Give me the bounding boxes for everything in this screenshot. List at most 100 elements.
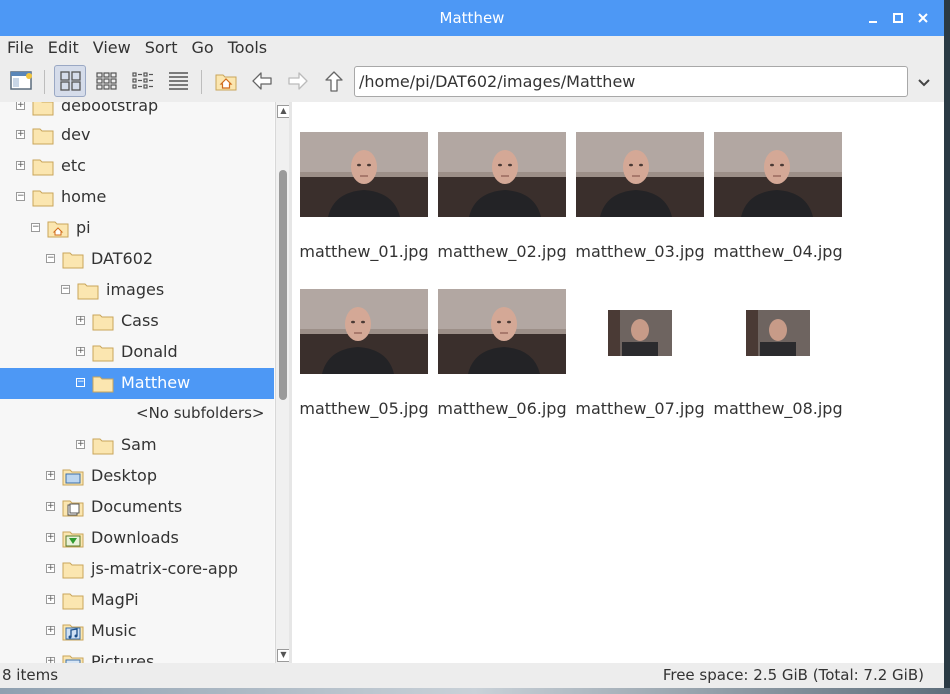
expand-toggle[interactable]: + [46, 595, 55, 604]
file-item[interactable]: matthew_08.jpg [713, 289, 852, 439]
sidebar-item-images[interactable]: − images [0, 275, 274, 306]
menu-tools[interactable]: Tools [221, 36, 274, 60]
scrollbar-thumb[interactable] [279, 170, 287, 400]
close-icon [918, 13, 928, 23]
expand-toggle[interactable]: + [76, 347, 85, 356]
compact-view-button[interactable] [126, 65, 158, 97]
tree-scrollbar[interactable]: ▲ ▼ [275, 102, 290, 663]
file-item[interactable]: matthew_04.jpg [713, 132, 852, 282]
file-manager-window: Matthew File Edit View Sort Go Tools /ho… [0, 0, 944, 688]
collapse-toggle[interactable]: − [76, 378, 85, 387]
expand-toggle[interactable]: + [46, 471, 55, 480]
expand-toggle[interactable]: + [76, 316, 85, 325]
image-thumbnail [576, 132, 704, 217]
expand-toggle[interactable]: + [16, 102, 25, 110]
file-item[interactable]: matthew_05.jpg [299, 289, 438, 439]
file-name: matthew_07.jpg [575, 399, 705, 418]
expand-toggle[interactable]: + [76, 440, 85, 449]
maximize-button[interactable] [891, 11, 905, 25]
folder-icon [62, 562, 84, 579]
sidebar-item-debootstrap[interactable]: + debootstrap [0, 102, 274, 122]
documents-folder-icon [62, 500, 84, 517]
folder-icon [62, 593, 84, 610]
sidebar-item-donald[interactable]: + Donald [0, 337, 274, 368]
expand-toggle[interactable]: + [46, 533, 55, 542]
sidebar-item-matthew[interactable]: − Matthew [0, 368, 274, 399]
expand-toggle[interactable]: + [16, 130, 25, 139]
sidebar-item-label: Matthew [121, 373, 191, 392]
forward-button[interactable] [282, 65, 314, 97]
expand-toggle[interactable]: + [46, 564, 55, 573]
path-history-dropdown[interactable] [914, 72, 934, 92]
image-thumbnail [714, 132, 842, 217]
file-item[interactable]: matthew_02.jpg [437, 132, 576, 282]
free-space: Free space: 2.5 GiB (Total: 7.2 GiB) [662, 666, 924, 684]
menu-edit[interactable]: Edit [41, 36, 86, 60]
item-count: 8 items [2, 666, 59, 684]
collapse-toggle[interactable]: − [31, 223, 40, 232]
sidebar-item-magpi[interactable]: + MagPi [0, 585, 274, 616]
folder-icon [32, 102, 54, 116]
expand-toggle[interactable]: + [16, 161, 25, 170]
file-name: matthew_02.jpg [437, 242, 567, 261]
file-name: matthew_03.jpg [575, 242, 705, 261]
no-subfolders-label: <No subfolders> [136, 404, 265, 422]
thumbnail-view-button[interactable] [90, 65, 122, 97]
sidebar-item-desktop[interactable]: + Desktop [0, 461, 274, 492]
expand-toggle[interactable]: + [46, 626, 55, 635]
back-button[interactable] [246, 65, 278, 97]
sidebar-item-home[interactable]: − home [0, 182, 274, 213]
new-window-button[interactable] [6, 65, 38, 97]
file-item[interactable]: matthew_01.jpg [299, 132, 438, 282]
sidebar-item-music[interactable]: + Music [0, 616, 274, 647]
menu-file[interactable]: File [0, 36, 41, 60]
image-thumbnail [714, 289, 842, 374]
path-entry[interactable]: /home/pi/DAT602/images/Matthew [354, 66, 908, 97]
sidebar-item-label: Desktop [91, 466, 157, 485]
image-thumbnail [438, 289, 566, 374]
sidebar-item-sam[interactable]: + Sam [0, 430, 274, 461]
sidebar-item-pictures[interactable]: + Pictures [0, 647, 274, 663]
up-button[interactable] [318, 65, 350, 97]
detailed-list-view-button[interactable] [162, 65, 194, 97]
home-icon [215, 74, 237, 91]
music-folder-icon [62, 624, 84, 641]
menu-go[interactable]: Go [185, 36, 221, 60]
pictures-folder-icon [62, 655, 84, 663]
home-button[interactable] [210, 65, 242, 97]
file-item[interactable]: matthew_06.jpg [437, 289, 576, 439]
file-name: matthew_04.jpg [713, 242, 843, 261]
desktop-background [944, 0, 950, 694]
menu-view[interactable]: View [86, 36, 138, 60]
close-button[interactable] [916, 11, 930, 25]
expand-toggle[interactable]: + [46, 502, 55, 511]
file-item[interactable]: matthew_07.jpg [575, 289, 714, 439]
collapse-toggle[interactable]: − [46, 254, 55, 263]
file-view: matthew_01.jpg matthew_02.jpg matthew_03.j… [292, 102, 944, 663]
sidebar-item-downloads[interactable]: + Downloads [0, 523, 274, 554]
detailed-list-view-icon [169, 72, 188, 90]
sidebar-item-label: Cass [121, 311, 159, 330]
sidebar-item-js-matrix-core-app[interactable]: + js-matrix-core-app [0, 554, 274, 585]
sidebar-item-label: js-matrix-core-app [91, 559, 239, 578]
sidebar-item-cass[interactable]: + Cass [0, 306, 274, 337]
icon-view-button[interactable] [54, 65, 86, 97]
menu-sort[interactable]: Sort [138, 36, 185, 60]
sidebar-item-label: DAT602 [91, 249, 154, 268]
image-thumbnail [300, 132, 428, 217]
sidebar-item-label: MagPi [91, 590, 139, 609]
collapse-toggle[interactable]: − [16, 192, 25, 201]
sidebar-item-etc[interactable]: + etc [0, 151, 274, 182]
sidebar-item-pi[interactable]: − pi [0, 213, 274, 244]
sidebar-item-documents[interactable]: + Documents [0, 492, 274, 523]
folder-icon [92, 438, 114, 455]
sidebar-item-dev[interactable]: + dev [0, 120, 274, 151]
maximize-icon [893, 13, 903, 23]
file-item[interactable]: matthew_03.jpg [575, 132, 714, 282]
sidebar-item-label: Pictures [91, 652, 155, 663]
sidebar-item-label: debootstrap [61, 102, 159, 115]
title-bar[interactable]: Matthew [0, 0, 944, 36]
collapse-toggle[interactable]: − [61, 285, 70, 294]
sidebar-item-dat602[interactable]: − DAT602 [0, 244, 274, 275]
minimize-button[interactable] [866, 11, 880, 25]
